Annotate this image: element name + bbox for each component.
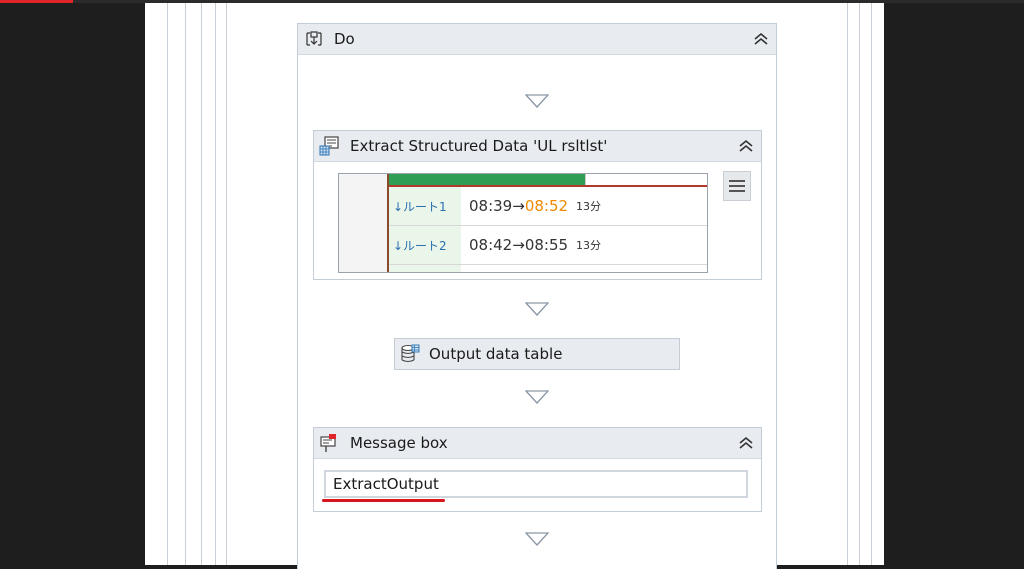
do-container[interactable]: Do Extract Structured Data 'UL rsltlst' …	[297, 23, 777, 569]
nesting-line	[215, 3, 216, 565]
arrive-time: 08:52	[524, 197, 569, 215]
nesting-line	[201, 3, 202, 565]
output-data-table-title: Output data table	[429, 345, 563, 363]
route-label: ↓ルート1	[389, 187, 461, 225]
hamburger-icon-line	[729, 185, 745, 187]
table-row: ↓ルート2 08:42 → 08:55 13分	[389, 226, 707, 265]
message-box-title: Message box	[350, 434, 448, 452]
arrow-text: →	[512, 236, 525, 254]
extract-preview-image: ↓ルート1 08:39 → 08:52 13分 ↓ルート2 08:42 → 08…	[338, 173, 708, 273]
preview-left-gutter	[339, 174, 389, 272]
workflow-canvas[interactable]: Do Extract Structured Data 'UL rsltlst' …	[145, 3, 884, 569]
hamburger-icon-line	[729, 190, 745, 192]
time-cell: 08:39 → 08:52 13分	[469, 187, 601, 225]
message-text-input[interactable]: ExtractOutput	[324, 470, 748, 498]
arrow-text: →	[512, 197, 525, 215]
collapse-extract-button[interactable]	[737, 136, 755, 156]
duration: 13分	[576, 200, 602, 213]
table-row	[389, 265, 707, 272]
arrive-time: 08:55	[524, 236, 569, 254]
message-box-activity[interactable]: Message box ExtractOutput	[313, 427, 762, 512]
do-title: Do	[334, 30, 355, 48]
double-chevron-up-icon	[739, 139, 753, 152]
do-header[interactable]: Do	[298, 24, 776, 55]
extract-data-icon	[318, 135, 340, 157]
flow-arrow-icon	[525, 532, 549, 546]
highlight-underline	[322, 499, 445, 502]
depart-time: 08:39	[469, 197, 513, 215]
table-row: ↓ルート1 08:39 → 08:52 13分	[389, 187, 707, 226]
nesting-line	[859, 3, 860, 565]
hamburger-icon	[729, 180, 745, 182]
nesting-line	[847, 3, 848, 565]
nesting-line	[167, 3, 168, 565]
route-label: ↓ルート2	[389, 226, 461, 264]
extract-structured-data-activity[interactable]: Extract Structured Data 'UL rsltlst' ↓ルー…	[313, 130, 762, 280]
extract-menu-button[interactable]	[723, 171, 751, 201]
do-activity-icon	[304, 29, 324, 49]
message-box-header[interactable]: Message box	[314, 428, 761, 459]
preview-blue-header	[585, 174, 707, 185]
collapse-message-box-button[interactable]	[737, 433, 755, 453]
extract-header[interactable]: Extract Structured Data 'UL rsltlst'	[314, 131, 761, 162]
extract-title: Extract Structured Data 'UL rsltlst'	[350, 137, 608, 155]
message-box-icon	[318, 432, 340, 454]
flow-arrow-icon	[525, 94, 549, 108]
route-label	[389, 265, 461, 272]
flow-arrow-icon	[525, 302, 549, 316]
duration: 13分	[576, 239, 602, 252]
active-tab-indicator	[0, 0, 73, 3]
flow-arrow-icon	[525, 390, 549, 404]
preview-green-header	[389, 174, 585, 185]
double-chevron-up-icon	[739, 436, 753, 449]
nesting-line	[226, 3, 227, 565]
nesting-line	[185, 3, 186, 565]
output-data-table-activity[interactable]: Output data table	[394, 338, 680, 370]
nesting-line	[871, 3, 872, 565]
depart-time: 08:42	[469, 236, 513, 254]
time-cell: 08:42 → 08:55 13分	[469, 226, 601, 264]
collapse-do-button[interactable]	[752, 29, 770, 49]
double-chevron-up-icon	[754, 32, 768, 45]
database-icon	[399, 343, 421, 365]
